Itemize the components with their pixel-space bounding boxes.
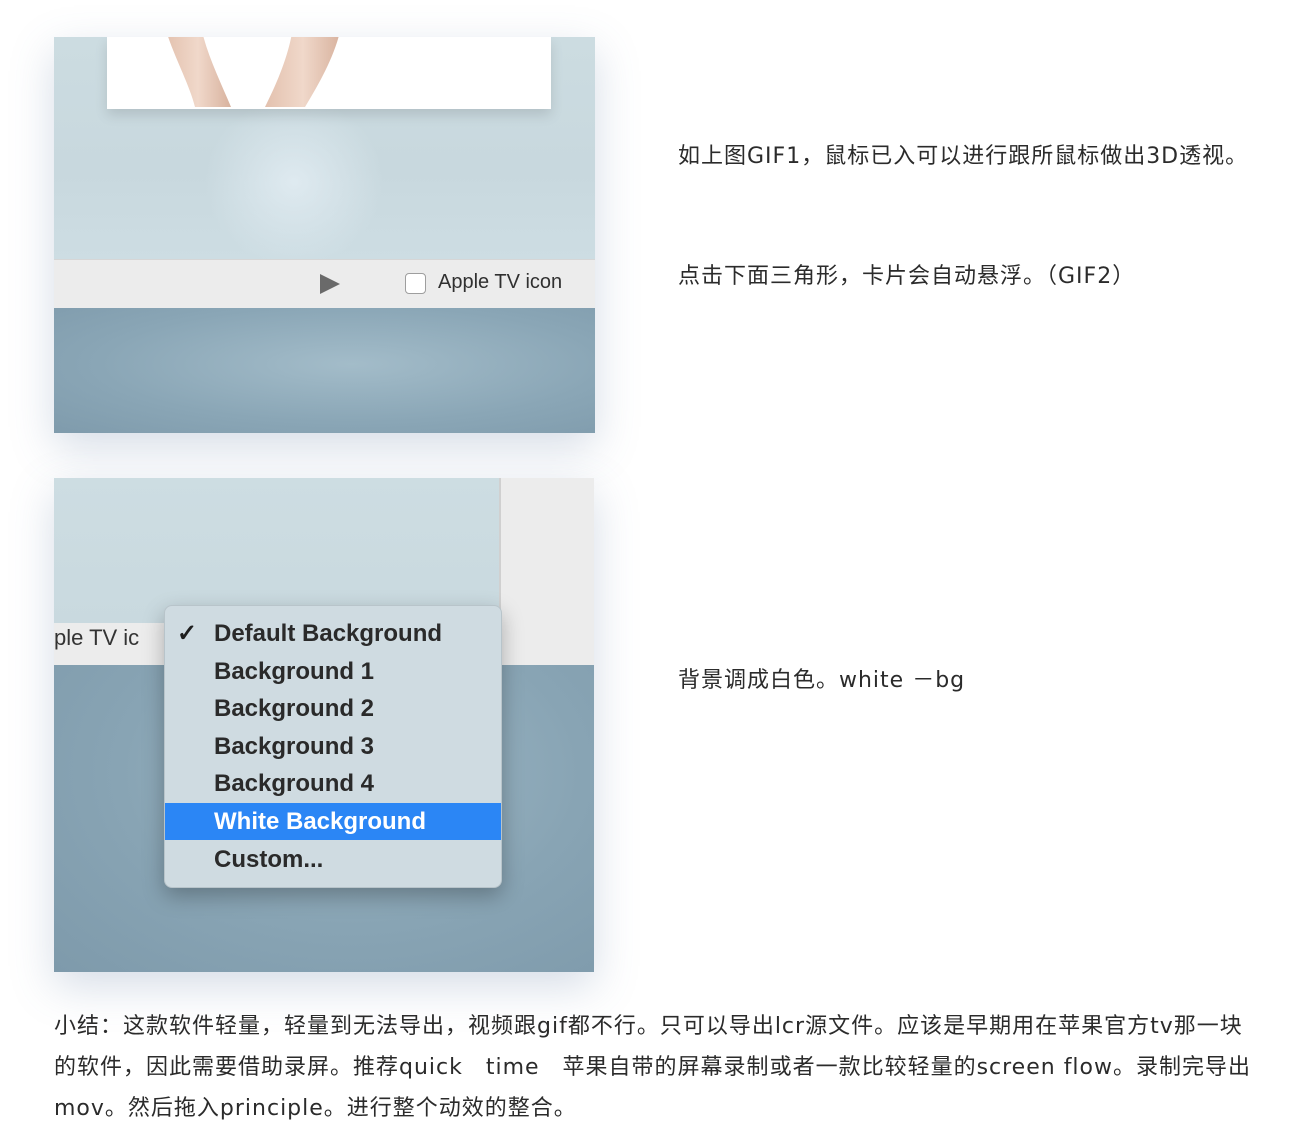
screenshot-background-menu: ple TV ic ✓ Default Background Background …: [54, 478, 594, 972]
card-image: [168, 37, 339, 107]
checkbox-label-partial: ple TV ic: [54, 625, 140, 650]
preview-background: [54, 308, 595, 433]
paragraph-gif1: 如上图GIF1，鼠标已入可以进行跟所鼠标做出3D透视。: [678, 144, 1249, 169]
menu-item-label: Background 3: [214, 732, 375, 760]
background-dropdown-menu: ✓ Default Background Background 1 Backgroun…: [164, 605, 502, 888]
menu-item-label: Custom...: [214, 845, 324, 873]
menu-item-label: Default Background: [214, 620, 443, 647]
screenshot-gif1: Apple TV icon: [54, 37, 595, 433]
menu-item-label: White Background: [214, 808, 427, 835]
menu-item[interactable]: White Background: [165, 803, 501, 840]
apple-tv-icon-checkbox[interactable]: [405, 273, 426, 294]
menu-item-label: Background 1: [214, 657, 375, 685]
menu-item[interactable]: Background 4: [165, 765, 501, 802]
menu-item-label: Background 4: [214, 770, 375, 798]
preview-card[interactable]: [107, 37, 551, 109]
play-icon[interactable]: [320, 274, 340, 294]
paragraph-gif2: 点击下面三角形，卡片会自动悬浮。（GIF2）: [678, 264, 1136, 289]
checkbox-label: Apple TV icon: [438, 271, 563, 293]
menu-item[interactable]: Custom...: [165, 841, 501, 878]
preview-toolbar: Apple TV icon: [54, 259, 595, 309]
menu-item[interactable]: Background 3: [165, 728, 501, 765]
card-reflection: [204, 97, 384, 267]
menu-item[interactable]: Background 2: [165, 690, 501, 727]
menu-item-label: Background 2: [214, 695, 375, 723]
summary-paragraph: 小结：这款软件轻量，轻量到无法导出，视频跟gif都不行。只可以导出lcr源文件。…: [54, 1014, 1252, 1121]
checkmark-icon: ✓: [177, 620, 198, 647]
menu-item[interactable]: Background 1: [165, 653, 501, 690]
side-panel: [499, 478, 594, 623]
preview-stage: [54, 37, 595, 267]
paragraph-white-bg: 背景调成白色。white －bg: [678, 668, 966, 693]
menu-item[interactable]: ✓ Default Background: [165, 615, 501, 652]
preview-stage: [54, 478, 499, 623]
